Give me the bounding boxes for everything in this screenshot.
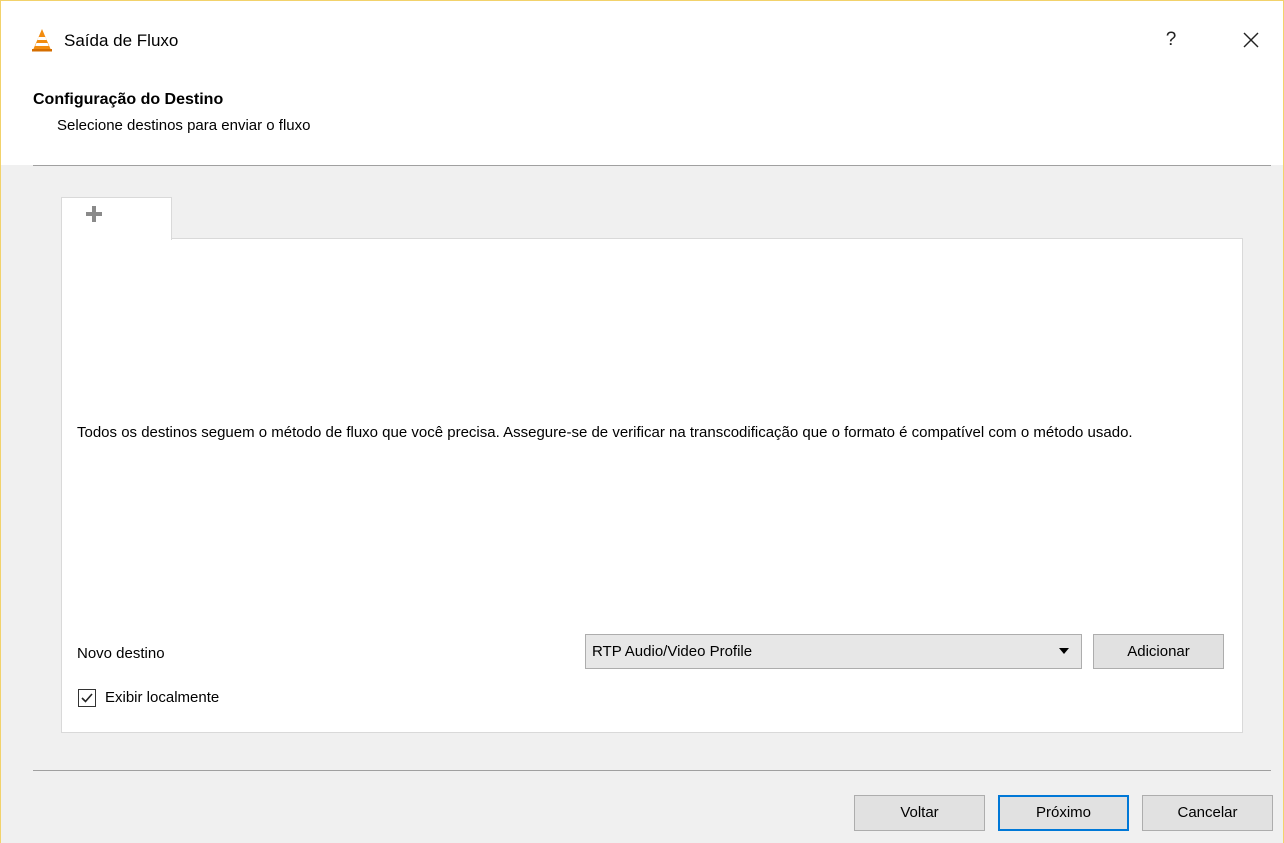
- display-locally-checkbox[interactable]: [78, 689, 96, 707]
- destination-select[interactable]: RTP Audio/Video Profile: [585, 634, 1082, 669]
- cancel-button[interactable]: Cancelar: [1142, 795, 1273, 831]
- back-button[interactable]: Voltar: [854, 795, 985, 831]
- header-separator: [33, 165, 1271, 166]
- destination-select-value: RTP Audio/Video Profile: [592, 643, 753, 660]
- close-button[interactable]: [1233, 25, 1269, 55]
- title-bar: Saída de Fluxo ?: [1, 1, 1283, 67]
- chevron-down-icon: [1059, 648, 1069, 654]
- footer-separator: [33, 770, 1271, 771]
- new-destination-label: Novo destino: [77, 645, 165, 662]
- close-icon: [1243, 32, 1259, 48]
- vlc-cone-icon: [32, 29, 52, 52]
- add-button[interactable]: Adicionar: [1093, 634, 1224, 669]
- window-title: Saída de Fluxo: [64, 31, 179, 50]
- stream-output-dialog: Saída de Fluxo ? Configuração do Destino…: [0, 0, 1284, 843]
- wizard-header: Configuração do Destino Selecione destin…: [1, 67, 1283, 165]
- help-button[interactable]: ?: [1156, 25, 1186, 55]
- destination-panel: Todos os destinos seguem o método de flu…: [61, 238, 1243, 733]
- check-icon: [81, 693, 93, 703]
- info-text: Todos os destinos seguem o método de flu…: [77, 424, 1133, 441]
- page-subtitle: Selecione destinos para enviar o fluxo: [57, 117, 311, 134]
- display-locally-label[interactable]: Exibir localmente: [105, 689, 219, 706]
- plus-icon: [86, 206, 102, 222]
- page-title: Configuração do Destino: [33, 91, 224, 108]
- next-button[interactable]: Próximo: [998, 795, 1129, 831]
- tab-add-destination[interactable]: [61, 197, 172, 240]
